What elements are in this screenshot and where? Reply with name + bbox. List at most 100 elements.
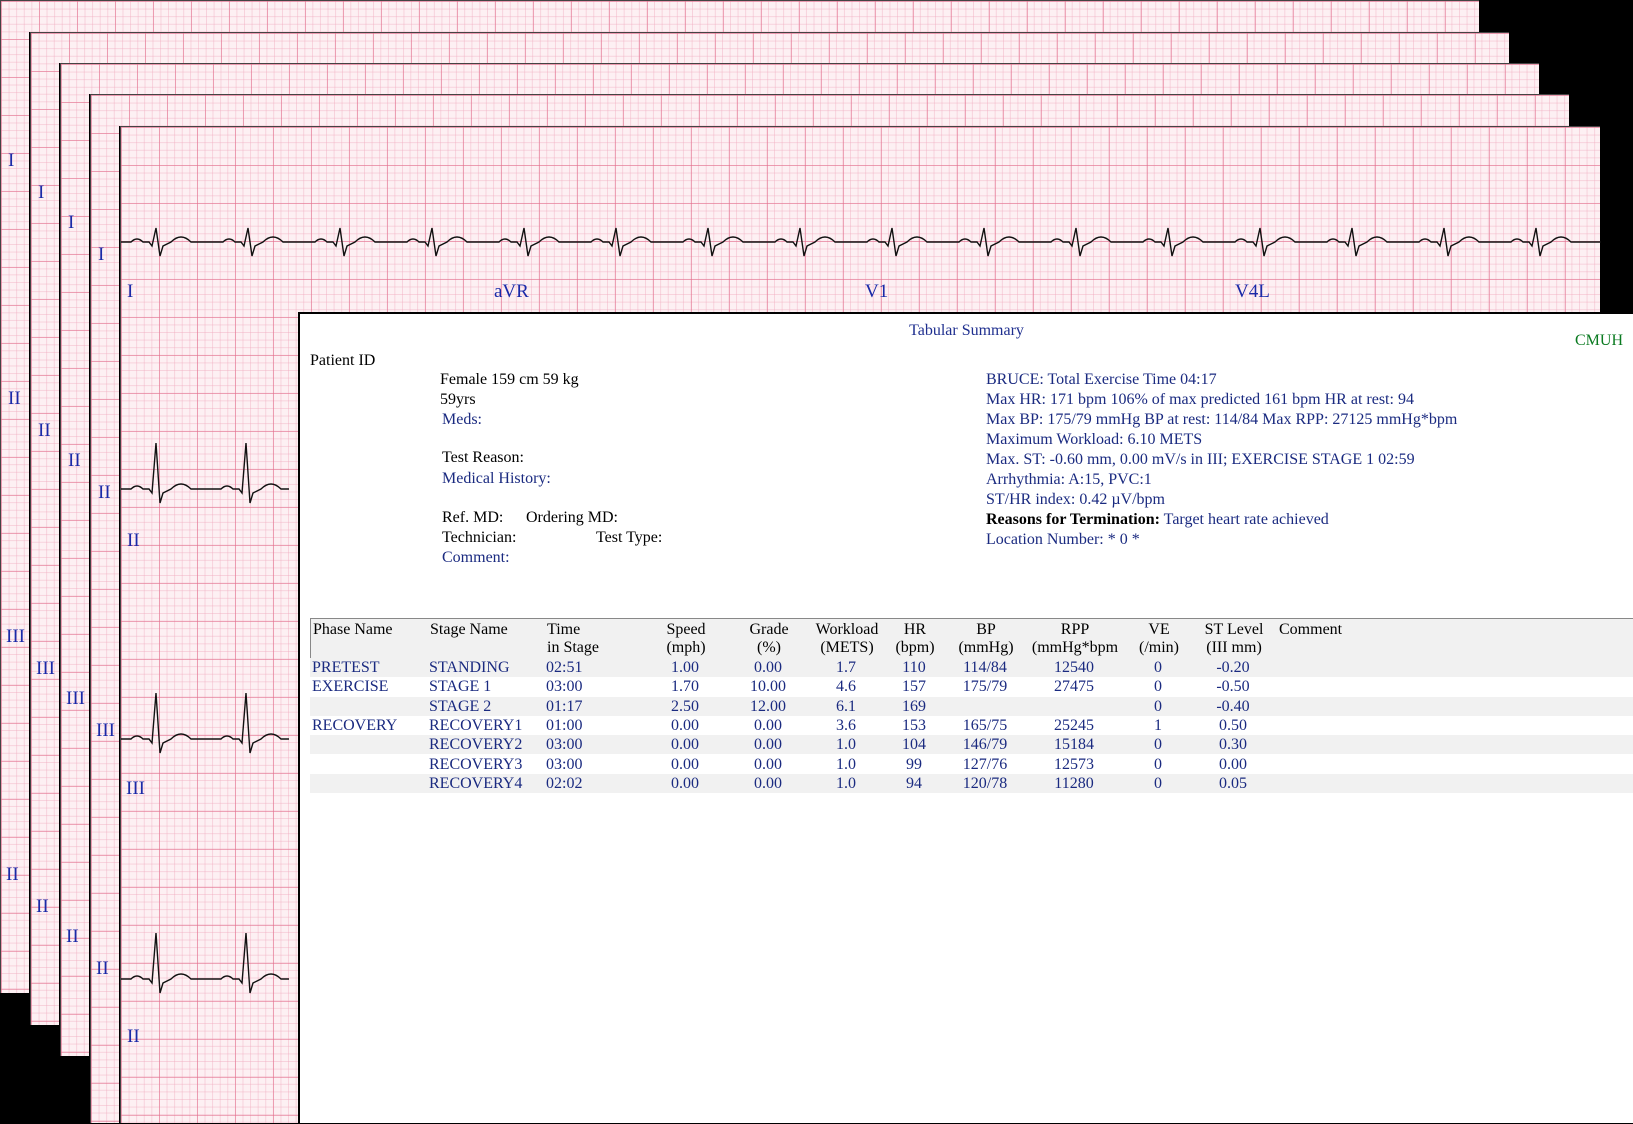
table-cell: 1.00 [671,659,699,676]
column-header-line1: Speed [666,621,706,638]
table-cell: 0.00 [754,659,782,676]
table-cell: 0.00 [671,736,699,754]
table-row: RECOVERY RECOVERY1 01:00 0.00 0.00 3.6 153 165/… [310,716,1633,735]
table-cell: 01:17 [546,697,583,715]
table-cell: -0.40 [1216,697,1250,715]
table-cell: EXERCISE [312,678,389,696]
table-cell: RECOVERY2 [429,736,523,754]
lead-label: V1 [865,281,889,302]
table-cell: 0.00 [671,774,699,792]
column-header-line1: Workload [815,621,879,638]
patient-id-label: Patient ID [310,352,376,369]
table-cell: RECOVERY4 [429,774,523,792]
table-cell: 1.0 [836,736,856,754]
brand-label: CMUH [1574,332,1623,349]
column-header: HR (bpm) [893,621,937,657]
lead-label: II [6,864,19,885]
result-line: Maximum Workload: 6.10 METS [986,431,1203,448]
table-cell: 99 [906,755,922,773]
lead-label: II [36,896,49,917]
table-cell: 6.1 [836,697,856,715]
table-cell: 3.6 [836,716,856,734]
column-header-line1: HR [903,621,927,638]
result-line: Max HR: 171 bpm 106% of max predicted 16… [986,391,1414,408]
table-cell: 0.30 [1219,736,1247,754]
lead-label: II [68,450,81,471]
result-line: Max BP: 175/79 mmHg BP at rest: 114/84 M… [986,411,1458,428]
column-header: Phase Name [313,621,423,639]
table-row: RECOVERY4 02:02 0.00 0.00 1.0 94 120/78 11280 0 0… [310,773,1633,793]
table-cell: PRETEST [312,659,380,676]
column-header: Workload (METS) [813,621,881,657]
table-cell: 0.50 [1219,716,1247,734]
table-cell: 02:51 [546,659,583,676]
patient-age: 59yrs [440,391,476,408]
column-header-line1: Phase Name [313,621,393,638]
table-cell: 1 [1154,716,1162,734]
lead-label: II [98,482,111,503]
table-cell: 4.6 [836,678,856,696]
ecg-waveform [121,692,289,754]
table-cell: 2.50 [671,697,699,715]
technician-label: Technician: [442,529,517,546]
table-cell: 0.00 [671,755,699,773]
column-header-line2: in Stage [547,639,599,656]
table-cell: 12573 [1054,755,1094,773]
table-row: PRETEST STANDING 02:51 1.00 0.00 1.7 110 114/84… [310,658,1633,677]
lead-label: II [38,420,51,441]
ecg-waveform [121,227,1601,257]
table-cell: 104 [902,736,926,754]
table-cell: 01:00 [546,716,583,734]
table-cell: 1.70 [671,678,699,696]
test-reason-label: Test Reason: [442,449,524,466]
table-cell: 27475 [1054,678,1094,696]
table-cell: 1.0 [836,774,856,792]
ref-md-label: Ref. MD: [442,509,504,526]
table-cell: -0.20 [1216,659,1250,676]
table-cell: STANDING [429,659,510,676]
table-cell: 110 [902,659,926,676]
table-cell: RECOVERY3 [429,755,523,773]
table-cell: 02:02 [546,774,583,792]
lead-label: II [8,388,21,409]
result-line: Max. ST: -0.60 mm, 0.00 mV/s in III; EXE… [986,451,1415,468]
column-header-line1: Comment [1279,621,1343,638]
column-header-line2: (METS) [820,639,874,656]
column-header: Speed (mph) [653,621,719,657]
table-cell: 0.00 [671,716,699,734]
table-cell: 175/79 [962,678,1008,696]
table-cell: STAGE 2 [429,697,492,715]
medical-history-label: Medical History: [442,470,551,487]
termination-line: Reasons for Termination: Target heart ra… [986,511,1329,529]
table-cell: 120/78 [962,774,1008,792]
table-cell: 15184 [1054,736,1094,754]
table-cell: -0.50 [1216,678,1250,696]
table-cell: 146/79 [962,736,1008,754]
column-header-line2: (/min) [1139,639,1179,656]
lead-label: II [96,958,109,979]
table-cell: 153 [902,716,926,734]
table-cell: 12540 [1054,659,1094,676]
table-cell: 94 [906,774,922,792]
summary-title: Tabular Summary [909,322,1024,339]
table-cell: 0.00 [1219,755,1247,773]
table-cell: 25245 [1054,716,1094,734]
table-cell: 0.00 [754,755,782,773]
table-cell: 0.00 [754,716,782,734]
table-cell: 12.00 [750,697,786,715]
termination-value: Target heart rate achieved [1163,511,1329,528]
termination-label: Reasons for Termination: [986,511,1160,528]
lead-label: I [68,212,75,233]
column-header-line1: Stage Name [430,621,508,638]
table-cell: 0 [1154,774,1162,792]
column-header-line2: (III mm) [1206,639,1262,656]
lead-label: III [6,626,25,647]
column-header-line2: (bpm) [895,639,935,656]
lead-label: II [127,530,140,551]
comment-label: Comment: [442,549,510,566]
table-cell: 165/75 [962,716,1008,734]
location-number: Location Number: * 0 * [986,531,1140,548]
table-cell: 0 [1154,755,1162,773]
table-cell: RECOVERY1 [429,716,523,734]
column-header-line1: Time [547,621,581,638]
